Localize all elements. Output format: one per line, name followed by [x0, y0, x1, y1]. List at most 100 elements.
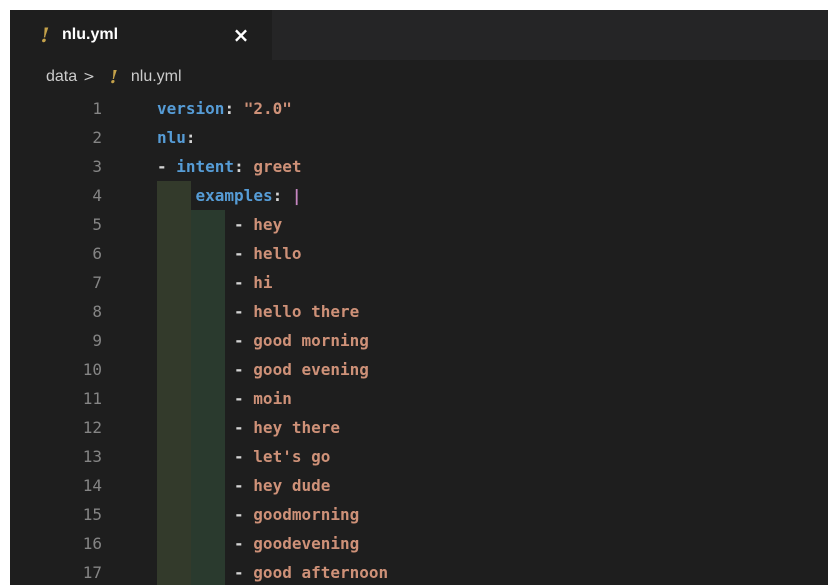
list-dash: -	[157, 157, 177, 176]
chevron-right-icon: >	[83, 69, 95, 85]
line-number: 10	[82, 360, 102, 379]
code-line[interactable]: 16 - goodevening	[10, 529, 828, 558]
line-number: 2	[92, 128, 102, 147]
list-dash: -	[234, 215, 254, 234]
code-editor: ! nlu.yml × data > ! nlu.yml 1 version: "…	[10, 10, 828, 585]
code-line[interactable]: 11 - moin	[10, 384, 828, 413]
yaml-file-icon: !	[40, 23, 50, 47]
yaml-value: good morning	[253, 331, 369, 350]
code-line[interactable]: 14 - hey dude	[10, 471, 828, 500]
line-text: - hello	[234, 239, 301, 268]
block-scalar-pipe: |	[291, 186, 302, 205]
line-text: - hey there	[234, 413, 340, 442]
list-dash: -	[234, 302, 254, 321]
yaml-value: hey	[253, 215, 283, 234]
line-number: 12	[82, 418, 102, 437]
code-line[interactable]: 10 - good evening	[10, 355, 828, 384]
code-line[interactable]: 8 - hello there	[10, 297, 828, 326]
yaml-value: good afternoon	[253, 563, 389, 582]
tab-nlu-yml[interactable]: ! nlu.yml ×	[10, 10, 272, 60]
line-number: 16	[82, 534, 102, 553]
line-text: - let's go	[234, 442, 330, 471]
yaml-colon: :	[272, 186, 292, 205]
yaml-value: hello there	[253, 302, 360, 321]
yaml-key: intent	[176, 157, 235, 176]
code-line[interactable]: 15 - goodmorning	[10, 500, 828, 529]
line-number: 11	[82, 389, 102, 408]
yaml-value: hello	[253, 244, 302, 263]
yaml-value: goodmorning	[253, 505, 360, 524]
yaml-key: version	[157, 99, 225, 118]
yaml-colon: :	[234, 157, 254, 176]
list-dash: -	[234, 273, 254, 292]
line-number: 7	[92, 273, 102, 292]
code-line[interactable]: 7 - hi	[10, 268, 828, 297]
list-dash: -	[234, 331, 254, 350]
line-text: - goodevening	[234, 529, 359, 558]
line-text: nlu:	[157, 123, 196, 152]
line-number: 3	[92, 157, 102, 176]
yaml-value: "2.0"	[243, 99, 292, 118]
list-dash: -	[234, 534, 254, 553]
line-text: - moin	[234, 384, 292, 413]
close-icon[interactable]: ×	[230, 24, 252, 46]
line-text: - goodmorning	[234, 500, 359, 529]
line-number: 5	[92, 215, 102, 234]
list-dash: -	[234, 360, 254, 379]
code-line[interactable]: 13 - let's go	[10, 442, 828, 471]
line-number: 17	[82, 563, 102, 582]
line-text: - hi	[234, 268, 273, 297]
code-area[interactable]: 1 version: "2.0" 2 nlu: 3 - intent: greet 4 exa…	[10, 94, 828, 585]
line-number: 4	[92, 186, 102, 205]
line-text: - good evening	[234, 355, 369, 384]
list-dash: -	[234, 418, 254, 437]
tab-label: nlu.yml	[62, 26, 119, 43]
code-line[interactable]: 17 - good afternoon	[10, 558, 828, 585]
code-line[interactable]: 4 examples: |	[10, 181, 828, 210]
yaml-value: hi	[253, 273, 273, 292]
list-dash: -	[234, 244, 254, 263]
yaml-value: goodevening	[253, 534, 360, 553]
line-number: 8	[92, 302, 102, 321]
tab-bar: ! nlu.yml ×	[10, 10, 828, 60]
line-text: - hey	[234, 210, 282, 239]
breadcrumb-folder[interactable]: data	[46, 68, 77, 86]
line-number: 14	[82, 476, 102, 495]
code-line[interactable]: 12 - hey there	[10, 413, 828, 442]
yaml-value: let's go	[253, 447, 331, 466]
code-line[interactable]: 3 - intent: greet	[10, 152, 828, 181]
yaml-colon: :	[185, 128, 196, 147]
list-dash: -	[234, 563, 254, 582]
yaml-value: greet	[253, 157, 302, 176]
code-line[interactable]: 2 nlu:	[10, 123, 828, 152]
list-dash: -	[234, 389, 254, 408]
yaml-value: moin	[253, 389, 292, 408]
yaml-key: nlu	[157, 128, 186, 147]
list-dash: -	[234, 476, 254, 495]
line-number: 1	[92, 99, 102, 118]
yaml-file-icon: !	[109, 66, 118, 88]
line-text: - good morning	[234, 326, 369, 355]
line-text: examples: |	[196, 181, 302, 210]
code-line[interactable]: 1 version: "2.0"	[10, 94, 828, 123]
line-text: - good afternoon	[234, 558, 388, 585]
code-line[interactable]: 9 - good morning	[10, 326, 828, 355]
breadcrumb-file[interactable]: nlu.yml	[131, 68, 182, 86]
line-text: - hello there	[234, 297, 359, 326]
list-dash: -	[234, 447, 254, 466]
code-line[interactable]: 5 - hey	[10, 210, 828, 239]
line-text: - intent: greet	[157, 152, 302, 181]
line-number: 6	[92, 244, 102, 263]
yaml-value: hey dude	[253, 476, 331, 495]
yaml-key: examples	[195, 186, 273, 205]
code-line[interactable]: 6 - hello	[10, 239, 828, 268]
line-number: 15	[82, 505, 102, 524]
yaml-colon: :	[224, 99, 244, 118]
line-number: 9	[92, 331, 102, 350]
breadcrumb: data > ! nlu.yml	[10, 60, 828, 94]
list-dash: -	[234, 505, 254, 524]
line-text: version: "2.0"	[157, 94, 292, 123]
line-text: - hey dude	[234, 471, 330, 500]
line-number: 13	[82, 447, 102, 466]
yaml-value: good evening	[253, 360, 369, 379]
